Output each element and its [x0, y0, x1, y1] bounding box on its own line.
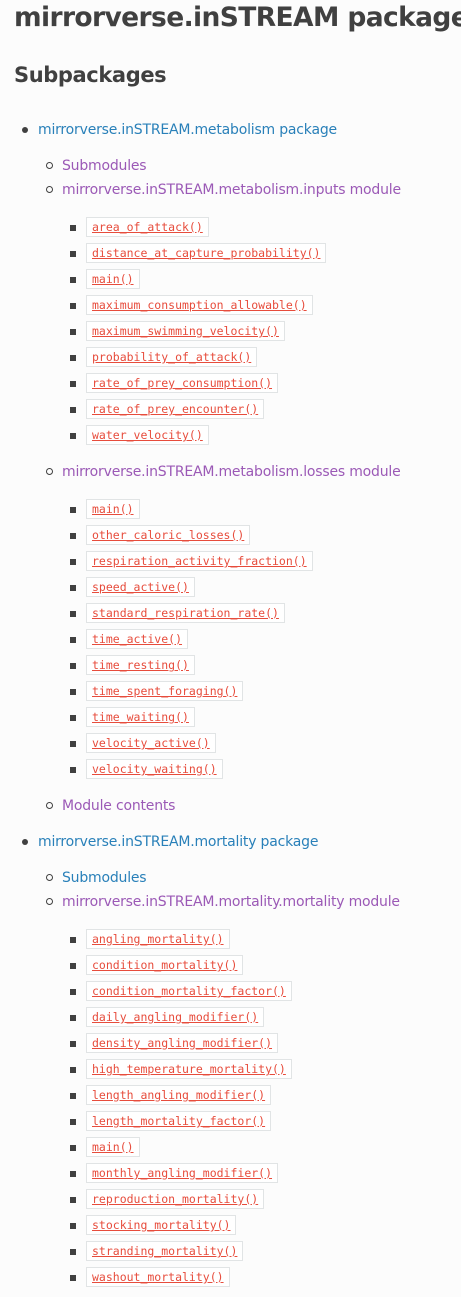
page-title: mirrorverse.inSTREAM package	[14, 2, 461, 33]
mortality-function-link[interactable]: main()	[86, 1137, 140, 1157]
mortality-function-link[interactable]: length_angling_modifier()	[86, 1085, 272, 1105]
mortality-submodules-link[interactable]: Submodules	[62, 867, 147, 889]
mortality-function-link[interactable]: high_temperature_mortality()	[86, 1059, 292, 1079]
bullet-square-icon	[70, 225, 76, 231]
mortality-function-link[interactable]: monthly_angling_modifier()	[86, 1163, 279, 1183]
bullet-square-icon	[70, 433, 76, 439]
bullet-square-icon	[70, 1041, 76, 1047]
mortality-function-link[interactable]: condition_mortality()	[86, 955, 244, 975]
mortality-function-link[interactable]: length_mortality_factor()	[86, 1111, 272, 1131]
bullet-square-icon	[70, 559, 76, 565]
bullet-circle-icon	[46, 468, 53, 475]
bullet-square-icon	[70, 1249, 76, 1255]
metabolism-submodules-link[interactable]: Submodules	[62, 155, 147, 177]
section-title-subpackages: Subpackages	[14, 63, 167, 87]
bullet-square-icon	[70, 767, 76, 773]
inputs-function-link[interactable]: rate_of_prey_consumption()	[86, 373, 279, 393]
bullet-square-icon	[70, 381, 76, 387]
metabolism-inputs-module-link[interactable]: mirrorverse.inSTREAM.metabolism.inputs m…	[62, 179, 401, 201]
bullet-disc-icon	[22, 127, 28, 133]
bullet-square-icon	[70, 1145, 76, 1151]
bullet-square-icon	[70, 741, 76, 747]
losses-function-link[interactable]: respiration_activity_fraction()	[86, 551, 313, 571]
bullet-square-icon	[70, 585, 76, 591]
bullet-disc-icon	[22, 839, 28, 845]
losses-function-link[interactable]: velocity_active()	[86, 733, 216, 753]
bullet-square-icon	[70, 637, 76, 643]
inputs-function-link[interactable]: water_velocity()	[86, 425, 209, 445]
bullet-square-icon	[70, 251, 76, 257]
bullet-square-icon	[70, 1093, 76, 1099]
bullet-square-icon	[70, 1119, 76, 1125]
bullet-circle-icon	[46, 162, 53, 169]
losses-function-link[interactable]: other_caloric_losses()	[86, 525, 251, 545]
inputs-function-link[interactable]: main()	[86, 269, 140, 289]
bullet-square-icon	[70, 937, 76, 943]
bullet-square-icon	[70, 303, 76, 309]
bullet-square-icon	[70, 329, 76, 335]
losses-function-link[interactable]: time_spent_foraging()	[86, 681, 244, 701]
losses-function-link[interactable]: time_active()	[86, 629, 189, 649]
mortality-function-link[interactable]: washout_mortality()	[86, 1267, 230, 1287]
inputs-function-link[interactable]: maximum_consumption_allowable()	[86, 295, 313, 315]
bullet-square-icon	[70, 277, 76, 283]
bullet-circle-icon	[46, 898, 53, 905]
metabolism-package-link[interactable]: mirrorverse.inSTREAM.metabolism package	[38, 119, 337, 141]
bullet-square-icon	[70, 1015, 76, 1021]
bullet-square-icon	[70, 689, 76, 695]
losses-function-link[interactable]: time_waiting()	[86, 707, 195, 727]
bullet-square-icon	[70, 663, 76, 669]
losses-function-link[interactable]: velocity_waiting()	[86, 759, 223, 779]
inputs-function-link[interactable]: probability_of_attack()	[86, 347, 258, 367]
inputs-function-link[interactable]: area_of_attack()	[86, 217, 209, 237]
mortality-function-link[interactable]: reproduction_mortality()	[86, 1189, 265, 1209]
bullet-circle-icon	[46, 874, 53, 881]
bullet-square-icon	[70, 1171, 76, 1177]
bullet-square-icon	[70, 1197, 76, 1203]
mortality-function-link[interactable]: condition_mortality_factor()	[86, 981, 292, 1001]
losses-function-link[interactable]: standard_respiration_rate()	[86, 603, 285, 623]
bullet-square-icon	[70, 507, 76, 513]
bullet-square-icon	[70, 963, 76, 969]
bullet-square-icon	[70, 715, 76, 721]
mortality-function-link[interactable]: stocking_mortality()	[86, 1215, 237, 1235]
losses-function-link[interactable]: time_resting()	[86, 655, 195, 675]
metabolism-module-contents-link[interactable]: Module contents	[62, 795, 175, 817]
bullet-square-icon	[70, 989, 76, 995]
losses-function-link[interactable]: main()	[86, 499, 140, 519]
mortality-function-link[interactable]: angling_mortality()	[86, 929, 230, 949]
bullet-square-icon	[70, 407, 76, 413]
bullet-square-icon	[70, 611, 76, 617]
bullet-circle-icon	[46, 186, 53, 193]
mortality-package-link[interactable]: mirrorverse.inSTREAM.mortality package	[38, 831, 318, 853]
inputs-function-link[interactable]: maximum_swimming_velocity()	[86, 321, 285, 341]
bullet-square-icon	[70, 1067, 76, 1073]
metabolism-losses-module-link[interactable]: mirrorverse.inSTREAM.metabolism.losses m…	[62, 461, 401, 483]
losses-function-link[interactable]: speed_active()	[86, 577, 195, 597]
bullet-square-icon	[70, 1223, 76, 1229]
bullet-circle-icon	[46, 802, 53, 809]
inputs-function-link[interactable]: rate_of_prey_encounter()	[86, 399, 265, 419]
inputs-function-link[interactable]: distance_at_capture_probability()	[86, 243, 327, 263]
bullet-square-icon	[70, 533, 76, 539]
mortality-function-link[interactable]: daily_angling_modifier()	[86, 1007, 265, 1027]
mortality-function-link[interactable]: stranding_mortality()	[86, 1241, 244, 1261]
mortality-mortality-module-link[interactable]: mirrorverse.inSTREAM.mortality.mortality…	[62, 891, 400, 913]
bullet-square-icon	[70, 1275, 76, 1281]
mortality-function-link[interactable]: density_angling_modifier()	[86, 1033, 279, 1053]
bullet-square-icon	[70, 355, 76, 361]
